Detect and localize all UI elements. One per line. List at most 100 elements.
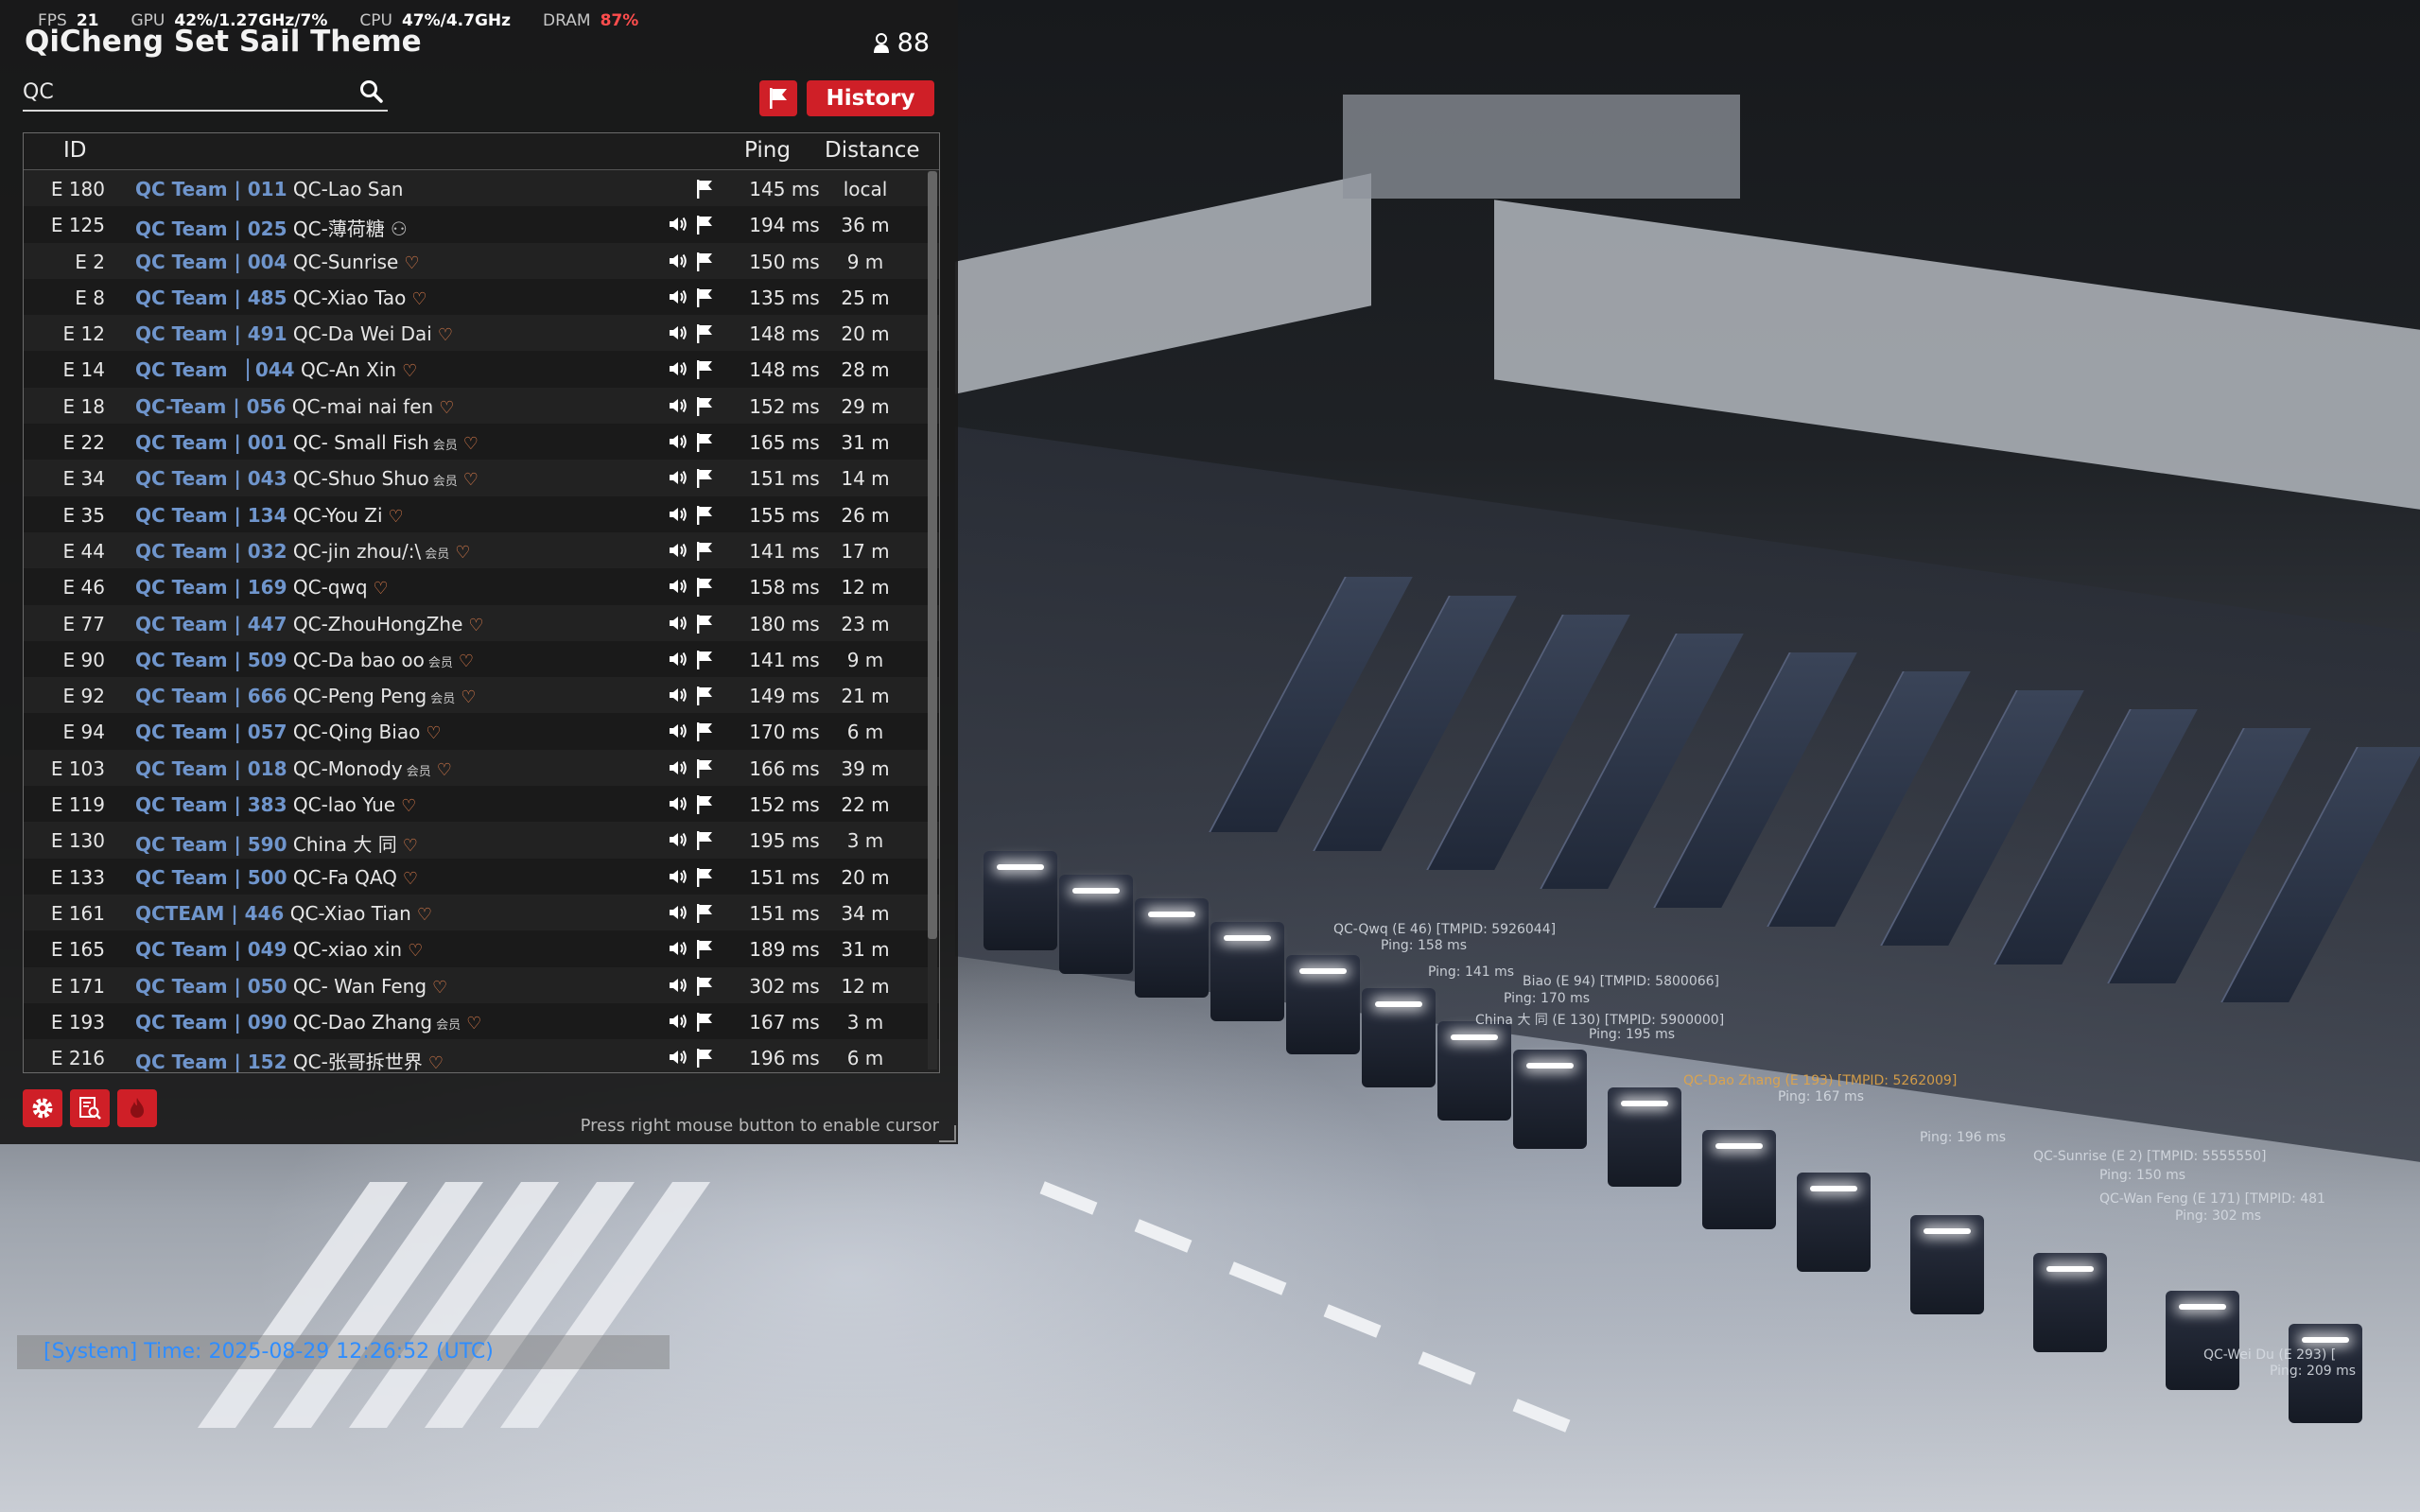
speaker-icon[interactable]	[668, 1012, 688, 1035]
speaker-icon[interactable]	[668, 323, 688, 347]
search-icon[interactable]	[359, 79, 384, 104]
flag-icon[interactable]	[695, 577, 714, 602]
table-row[interactable]: E 216 QC Team | 152 QC-张哥拆世界 ♡ 196 ms 6 m	[24, 1039, 939, 1073]
table-row[interactable]: E 34 QC Team | 043 QC-Shuo Shuo 会员 ♡ 151 ms 1…	[24, 460, 939, 496]
team-tag: QC Team | 485	[135, 286, 287, 309]
speaker-icon[interactable]	[668, 577, 688, 600]
column-header-ping[interactable]: Ping	[744, 138, 791, 163]
flag-icon[interactable]	[695, 976, 714, 1001]
table-row[interactable]: E 18 QC-Team | 056 QC-mai nai fen ♡ 152 ms 2…	[24, 387, 939, 425]
player-id: E 193	[50, 1010, 105, 1034]
flag-icon[interactable]	[695, 867, 714, 893]
table-row[interactable]: E 125 QC Team | 025 QC-薄荷糖 ⚇ 194 ms 36 m	[24, 206, 939, 243]
speaker-icon[interactable]	[668, 505, 688, 529]
table-row[interactable]: E 2 QC Team | 004 QC-Sunrise ♡ 150 ms 9 m	[24, 242, 939, 279]
history-button[interactable]: History	[807, 80, 934, 116]
speaker-icon[interactable]	[668, 758, 688, 782]
speaker-icon[interactable]	[668, 359, 688, 383]
speaker-icon[interactable]	[668, 287, 688, 311]
flag-icon[interactable]	[695, 1012, 714, 1037]
speaker-icon[interactable]	[668, 794, 688, 818]
flag-icon[interactable]	[695, 758, 714, 784]
flag-icon[interactable]	[695, 215, 714, 240]
table-row[interactable]: E 193 QC Team | 090 QC-Dao Zhang 会员 ♡ 167 ms…	[24, 1002, 939, 1040]
column-header-distance[interactable]: Distance	[825, 138, 920, 163]
flag-icon[interactable]	[695, 432, 714, 458]
flag-icon[interactable]	[695, 396, 714, 422]
search-input[interactable]	[23, 76, 344, 108]
speaker-icon[interactable]	[668, 432, 688, 456]
flag-icon[interactable]	[695, 323, 714, 349]
team-tag: QC Team | 001	[135, 431, 287, 455]
table-row[interactable]: E 8 QC Team | 485 QC-Xiao Tao ♡ 135 ms 25 m	[24, 278, 939, 316]
player-name: QC-Xiao Tao	[292, 286, 407, 309]
speaker-icon[interactable]	[668, 1048, 688, 1071]
team-tag: QC Team | 152	[135, 1051, 287, 1073]
speaker-icon[interactable]	[668, 252, 688, 275]
speaker-icon[interactable]	[668, 867, 688, 891]
player-name: QC- Wan Feng	[292, 974, 427, 998]
table-row[interactable]: E 92 QC Team | 666 QC-Peng Peng 会员 ♡ 149 ms 2…	[24, 677, 939, 714]
resize-handle[interactable]	[939, 1125, 956, 1142]
table-row[interactable]: E 133 QC Team | 500 QC-Fa QAQ ♡ 151 ms 20 m	[24, 858, 939, 895]
table-row[interactable]: E 119 QC Team | 383 QC-lao Yue ♡ 152 ms 22 m	[24, 786, 939, 823]
speaker-icon[interactable]	[668, 721, 688, 745]
speaker-icon[interactable]	[668, 614, 688, 637]
flag-icon[interactable]	[695, 721, 714, 747]
table-row[interactable]: E 180 QC Team | 011 QC-Lao San 145 ms local	[24, 170, 939, 207]
table-row[interactable]: E 12 QC Team | 491 QC-Da Wei Dai ♡ 148 ms 20…	[24, 315, 939, 352]
speaker-icon[interactable]	[668, 903, 688, 927]
speaker-icon[interactable]	[668, 468, 688, 492]
table-row[interactable]: E 165 QC Team | 049 QC-xiao xin ♡ 189 ms 31 …	[24, 930, 939, 967]
flag-icon[interactable]	[695, 614, 714, 639]
flag-icon[interactable]	[695, 1048, 714, 1072]
player-name-cell: QC Team | 032 QC-jin zhou/:\ 会员 ♡	[135, 540, 470, 563]
flag-filter-button[interactable]	[759, 80, 797, 116]
player-name-cell: QC Team | 590 China 大 同 ♡	[135, 829, 418, 857]
table-row[interactable]: E 35 QC Team | 134 QC-You Zi ♡ 155 ms 26 m	[24, 495, 939, 532]
speaker-icon[interactable]	[668, 939, 688, 963]
flag-icon[interactable]	[695, 505, 714, 530]
flag-icon[interactable]	[695, 686, 714, 711]
table-row[interactable]: E 77 QC Team | 447 QC-ZhouHongZhe ♡ 180 ms 2…	[24, 604, 939, 641]
flag-icon[interactable]	[695, 287, 714, 313]
column-header-id[interactable]: ID	[63, 138, 87, 163]
player-count: 88	[873, 28, 930, 58]
table-row[interactable]: E 130 QC Team | 590 China 大 同 ♡ 195 ms 3 m	[24, 822, 939, 859]
table-row[interactable]: E 14 QC Team ▕ 044 QC-An Xin ♡ 148 ms 28 m	[24, 351, 939, 388]
report-button[interactable]	[117, 1089, 157, 1127]
speaker-icon[interactable]	[668, 830, 688, 854]
flag-icon[interactable]	[695, 830, 714, 856]
flag-icon[interactable]	[695, 903, 714, 929]
table-row[interactable]: E 171 QC Team | 050 QC- Wan Feng ♡ 302 ms 12…	[24, 966, 939, 1003]
table-row[interactable]: E 161 QCTEAM | 446 QC-Xiao Tian ♡ 151 ms 34 …	[24, 894, 939, 931]
scrollbar-thumb[interactable]	[928, 171, 937, 939]
heart-icon: ♡	[404, 252, 420, 273]
lane-marking	[1228, 1261, 1287, 1295]
speaker-icon[interactable]	[668, 686, 688, 709]
trailer-yard	[955, 426, 2420, 1162]
table-row[interactable]: E 90 QC Team | 509 QC-Da bao oo 会员 ♡ 141 ms 9…	[24, 640, 939, 678]
table-row[interactable]: E 44 QC Team | 032 QC-jin zhou/:\ 会员 ♡ 141 m…	[24, 531, 939, 569]
table-row[interactable]: E 22 QC Team | 001 QC- Small Fish 会员 ♡ 165 m…	[24, 424, 939, 461]
flag-icon[interactable]	[695, 468, 714, 494]
speaker-icon[interactable]	[668, 650, 688, 673]
flag-icon[interactable]	[695, 179, 714, 204]
speaker-icon[interactable]	[668, 396, 688, 420]
speaker-icon[interactable]	[668, 976, 688, 999]
flag-icon[interactable]	[695, 359, 714, 385]
flag-icon[interactable]	[695, 794, 714, 820]
settings-button[interactable]	[23, 1089, 62, 1127]
table-row[interactable]: E 103 QC Team | 018 QC-Monody 会员 ♡ 166 ms 39 …	[24, 749, 939, 787]
flag-icon[interactable]	[695, 541, 714, 566]
heart-icon: ♡	[455, 542, 471, 563]
flag-icon[interactable]	[695, 650, 714, 675]
table-row[interactable]: E 94 QC Team | 057 QC-Qing Biao ♡ 170 ms 6 m	[24, 713, 939, 750]
speaker-icon[interactable]	[668, 215, 688, 238]
flag-icon[interactable]	[695, 252, 714, 277]
search-document-button[interactable]	[70, 1089, 110, 1127]
speaker-icon[interactable]	[668, 541, 688, 565]
player-id: E 161	[50, 901, 105, 925]
flag-icon[interactable]	[695, 939, 714, 965]
table-row[interactable]: E 46 QC Team | 169 QC-qwq ♡ 158 ms 12 m	[24, 568, 939, 605]
